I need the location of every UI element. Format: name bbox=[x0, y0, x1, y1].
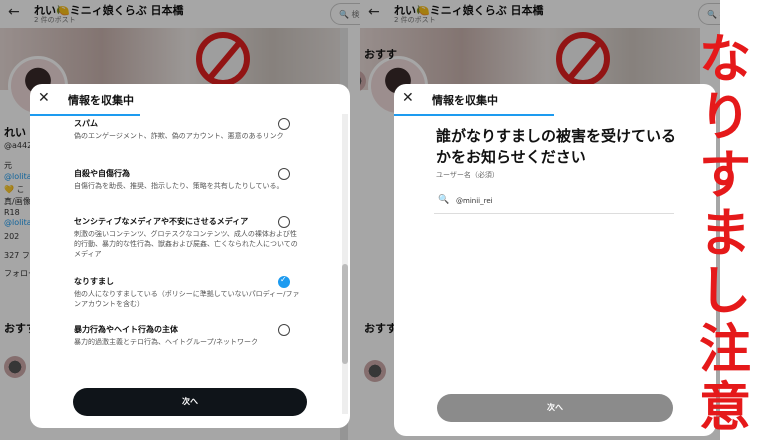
warning-char: す bbox=[698, 146, 751, 206]
report-option-impersonation[interactable]: なりすまし 他の人になりすましている（ポリシーに準拠していないパロディー/ファン… bbox=[74, 276, 302, 309]
radio-violent-entities[interactable] bbox=[278, 324, 290, 336]
option-title: 自殺や自傷行為 bbox=[74, 169, 130, 178]
option-desc: 自傷行為を助長、推奨、指示したり、策略を共有したりしている。 bbox=[74, 182, 284, 190]
option-desc: 刺激の強いコンテンツ、グロテスクなコンテンツ、成人の裸体および性的行動、暴力的な… bbox=[74, 230, 298, 258]
radio-impersonation-checked[interactable] bbox=[278, 275, 290, 288]
warning-char: り bbox=[698, 88, 751, 148]
dialog-scrollbar[interactable] bbox=[342, 114, 348, 414]
warning-char: な bbox=[698, 30, 751, 90]
dialog-header: ✕ 情報を収集中 bbox=[30, 84, 350, 114]
dialog-title: 情報を収集中 bbox=[68, 94, 134, 107]
warning-char: 注 bbox=[698, 320, 751, 380]
option-desc: 偽のエンゲージメント、詐欺、偽のアカウント、悪意のあるリンク bbox=[74, 132, 284, 140]
next-button-disabled[interactable]: 次へ bbox=[437, 394, 673, 422]
scrollbar-thumb[interactable] bbox=[342, 264, 348, 364]
dialog-title: 情報を収集中 bbox=[432, 94, 498, 107]
username-field[interactable]: 🔍 @minii_rei bbox=[434, 190, 674, 214]
option-title: センシティブなメディアや不安にさせるメディア bbox=[74, 217, 249, 226]
next-button[interactable]: 次へ bbox=[73, 388, 307, 416]
search-icon: 🔍 bbox=[438, 195, 450, 205]
warning-char: 意 bbox=[698, 378, 751, 438]
report-option-self-harm[interactable]: 自殺や自傷行為 自傷行為を助長、推奨、指示したり、策略を共有したりしている。 bbox=[74, 168, 302, 191]
dialog-header: ✕ 情報を収集中 bbox=[394, 84, 716, 114]
radio-spam[interactable] bbox=[278, 118, 290, 130]
warning-char: ま bbox=[698, 204, 751, 264]
option-desc: 暴力的過激主義とテロ行為、ヘイトグループ/ネットワーク bbox=[74, 338, 258, 346]
screenshot: ← れい🍋ミニィ娘くらぶ 日本橋 2 件のポスト 🔍 検索 れい @a442 元… bbox=[0, 0, 760, 440]
close-icon[interactable]: ✕ bbox=[402, 90, 414, 106]
report-dialog-categories: ✕ 情報を収集中 スパム 偽のエンゲージメント、詐欺、偽のアカウント、悪意のある… bbox=[30, 84, 350, 428]
report-option-spam[interactable]: スパム 偽のエンゲージメント、詐欺、偽のアカウント、悪意のあるリンク bbox=[74, 118, 302, 141]
progress-bar bbox=[394, 114, 554, 116]
warning-caption: な り す ま し 注 意 bbox=[690, 30, 760, 440]
report-option-sensitive-media[interactable]: センシティブなメディアや不安にさせるメディア 刺激の強いコンテンツ、グロテスクな… bbox=[74, 216, 302, 259]
report-dialog-username: ✕ 情報を収集中 誰がなりすましの被害を受けているかをお知らせください ユーザー… bbox=[394, 84, 716, 436]
warning-char: し bbox=[698, 262, 751, 322]
report-option-violent-entities[interactable]: 暴力行為やヘイト行為の主体 暴力的過激主義とテロ行為、ヘイトグループ/ネットワー… bbox=[74, 324, 302, 347]
radio-self-harm[interactable] bbox=[278, 168, 290, 180]
option-title: 暴力行為やヘイト行為の主体 bbox=[74, 325, 178, 334]
option-desc: 他の人になりすましている（ポリシーに準拠していないパロディー/ファンアカウントを… bbox=[74, 290, 300, 308]
progress-bar bbox=[30, 114, 140, 116]
option-title: なりすまし bbox=[74, 277, 114, 286]
close-icon[interactable]: ✕ bbox=[38, 90, 50, 106]
username-value: @minii_rei bbox=[456, 197, 493, 205]
radio-sensitive-media[interactable] bbox=[278, 216, 290, 228]
username-label: ユーザー名（必須） bbox=[436, 171, 499, 179]
dialog-question: 誰がなりすましの被害を受けているかをお知らせください bbox=[436, 127, 677, 166]
option-title: スパム bbox=[74, 119, 98, 128]
